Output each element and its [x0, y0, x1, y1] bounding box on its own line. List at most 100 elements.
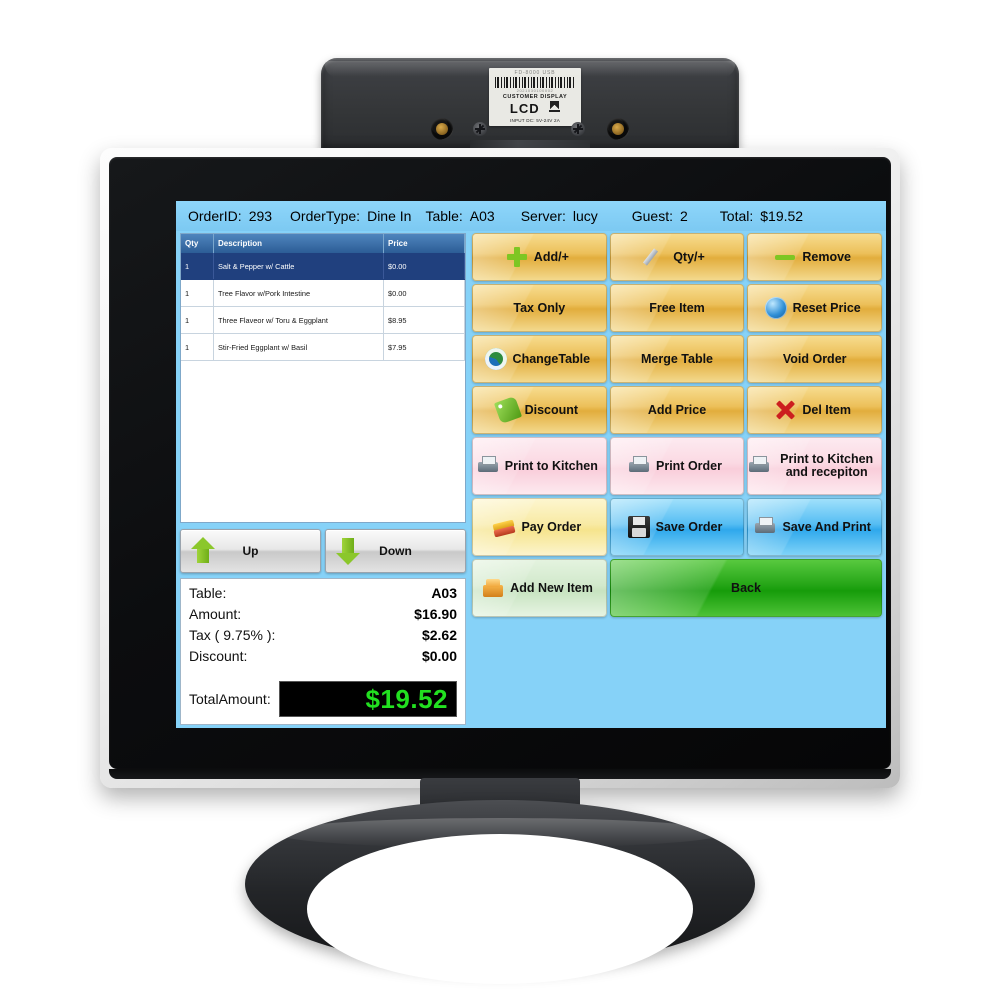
- totals-panel: Table: A03 Amount: $16.90 Tax ( 9.75% ):…: [180, 578, 466, 725]
- barcode-icon: [495, 77, 575, 88]
- star-screw-left: [473, 122, 487, 136]
- add-new-item-button[interactable]: Add New Item: [472, 559, 607, 617]
- ordertype-value: Dine In: [367, 208, 412, 224]
- printer-icon: [754, 516, 776, 538]
- button-row-bottom: Add New Item Back: [472, 559, 882, 617]
- total-value: $19.52: [760, 208, 804, 224]
- tag-icon: [493, 395, 522, 425]
- product-photo-scene: FD-8000 USB 2021030100002 CUSTOMER DISPL…: [0, 0, 1000, 1000]
- cell-price: $8.95: [383, 306, 465, 334]
- minus-icon: [774, 246, 796, 268]
- save-and-print-button-label: Save And Print: [782, 519, 871, 534]
- base-gloss: [275, 818, 725, 848]
- totals-row-discount: Discount: $0.00: [189, 648, 457, 669]
- header-field-server: Server: lucy: [521, 208, 598, 224]
- cell-qty: 1: [181, 333, 214, 361]
- table-label: Table:: [425, 208, 463, 224]
- header-field-orderid: OrderID: 293: [188, 208, 272, 224]
- total-amount-display: $19.52: [278, 681, 457, 717]
- pos-application: OrderID: 293 OrderType: Dine In Table: A…: [176, 201, 886, 728]
- order-items-grid[interactable]: Qty Description Price 1 Salt & Pepper w/…: [180, 233, 466, 523]
- cd-marks-line: CE FC MADE IN CHINA: [489, 123, 581, 126]
- print-to-kitchen-button[interactable]: Print to Kitchen: [472, 437, 607, 495]
- pay-order-button[interactable]: Pay Order: [472, 498, 607, 556]
- button-row-3: ChangeTable Merge Table Void Order: [472, 335, 883, 383]
- change-table-button-label: ChangeTable: [512, 351, 591, 366]
- table-value: A03: [469, 208, 495, 224]
- reset-price-button[interactable]: Reset Price: [747, 284, 883, 332]
- x-icon: [774, 399, 796, 421]
- totals-discount-label: Discount:: [189, 648, 248, 664]
- cell-price: $0.00: [383, 253, 465, 280]
- del-item-button-label: Del Item: [802, 402, 851, 417]
- save-order-button-label: Save Order: [655, 519, 723, 534]
- totals-tax-label: Tax ( 9.75% ):: [189, 627, 276, 643]
- guest-value: 2: [680, 208, 688, 224]
- wheelie-bin-icon: [549, 100, 561, 112]
- table-row[interactable]: 1 Stir-Fried Eggplant w/ Basil $7.95: [181, 333, 465, 361]
- save-order-button[interactable]: Save Order: [609, 498, 745, 556]
- customer-display-label: FD-8000 USB 2021030100002 CUSTOMER DISPL…: [489, 68, 581, 126]
- qty-button-label: Qty/+: [673, 249, 705, 264]
- tax-only-button-label: Tax Only: [513, 300, 566, 315]
- arrow-down-icon: [336, 537, 360, 565]
- touchscreen-display[interactable]: OrderID: 293 OrderType: Dine In Table: A…: [176, 201, 886, 728]
- base-cutout: [307, 834, 693, 984]
- totals-row-total: TotalAmount: $19.52: [189, 681, 457, 717]
- cell-description: Stir-Fried Eggplant w/ Basil: [213, 333, 384, 361]
- button-row-save: Pay Order Save Order Save And Print: [472, 498, 883, 556]
- void-order-button[interactable]: Void Order: [747, 335, 883, 383]
- cell-price: $7.95: [383, 333, 465, 361]
- change-table-button[interactable]: ChangeTable: [472, 335, 607, 383]
- globe-icon: [764, 297, 787, 319]
- cell-description: Three Flaveor w/ Toru & Eggplant: [213, 306, 384, 334]
- table-row[interactable]: 1 Three Flaveor w/ Toru & Eggplant $8.95: [181, 306, 465, 334]
- totals-tax-value: $2.62: [421, 627, 457, 643]
- button-row-2: Tax Only Free Item Reset Price: [472, 284, 883, 332]
- discount-button-label: Discount: [524, 402, 579, 417]
- printer-icon: [748, 455, 770, 477]
- print-order-button[interactable]: Print Order: [609, 437, 745, 495]
- totals-row-tax: Tax ( 9.75% ): $2.62: [189, 627, 457, 648]
- scroll-down-button[interactable]: Down: [325, 529, 466, 573]
- plus-icon: [506, 246, 528, 268]
- cell-qty: 1: [181, 253, 214, 280]
- free-item-button[interactable]: Free Item: [609, 284, 745, 332]
- server-label: Server:: [520, 208, 566, 224]
- save-and-print-button[interactable]: Save And Print: [747, 498, 883, 556]
- tax-only-button[interactable]: Tax Only: [472, 284, 607, 332]
- cd-lcd-text: LCD: [509, 101, 540, 116]
- add-price-button[interactable]: Add Price: [609, 386, 745, 434]
- totals-amount-value: $16.90: [414, 606, 457, 622]
- remove-button[interactable]: Remove: [747, 233, 883, 281]
- scroll-up-button[interactable]: Up: [180, 529, 321, 573]
- server-value: lucy: [572, 208, 598, 224]
- add-button[interactable]: Add/+: [472, 233, 607, 281]
- printer-icon: [628, 455, 650, 477]
- totals-table-label: Table:: [189, 585, 227, 601]
- totals-row-amount: Amount: $16.90: [189, 606, 457, 627]
- header-field-guest: Guest: 2: [632, 208, 688, 224]
- merge-table-button[interactable]: Merge Table: [609, 335, 745, 383]
- totals-amount-label: Amount:: [189, 606, 242, 622]
- grid-scroll-buttons: Up Down: [180, 529, 466, 573]
- orderid-label: OrderID:: [188, 208, 242, 224]
- floppy-disk-icon: [627, 516, 650, 538]
- box-icon: [482, 577, 504, 599]
- table-row[interactable]: 1 Salt & Pepper w/ Cattle $0.00: [181, 253, 465, 280]
- discount-button[interactable]: Discount: [472, 386, 607, 434]
- table-row[interactable]: 1 Tree Flavor w/Pork Intestine $0.00: [181, 279, 465, 307]
- total-amount-label: TotalAmount:: [189, 691, 271, 707]
- qty-button[interactable]: Qty/+: [609, 233, 745, 281]
- cd-model-text: FD-8000 USB: [514, 70, 556, 76]
- back-button[interactable]: Back: [610, 559, 882, 617]
- table-header-row: Qty Description Price: [181, 234, 465, 253]
- header-field-table: Table: A03: [425, 208, 494, 224]
- print-kitchen-and-reception-button[interactable]: Print to Kitchen and recepiton: [747, 437, 883, 495]
- printer-icon: [477, 455, 499, 477]
- add-new-item-button-label: Add New Item: [510, 580, 593, 595]
- header-field-total: Total: $19.52: [720, 208, 803, 224]
- reset-price-button-label: Reset Price: [792, 300, 861, 315]
- action-button-panel: Add/+ Qty/+ Remove Tax Only Free Item Re…: [472, 233, 883, 620]
- del-item-button[interactable]: Del Item: [747, 386, 883, 434]
